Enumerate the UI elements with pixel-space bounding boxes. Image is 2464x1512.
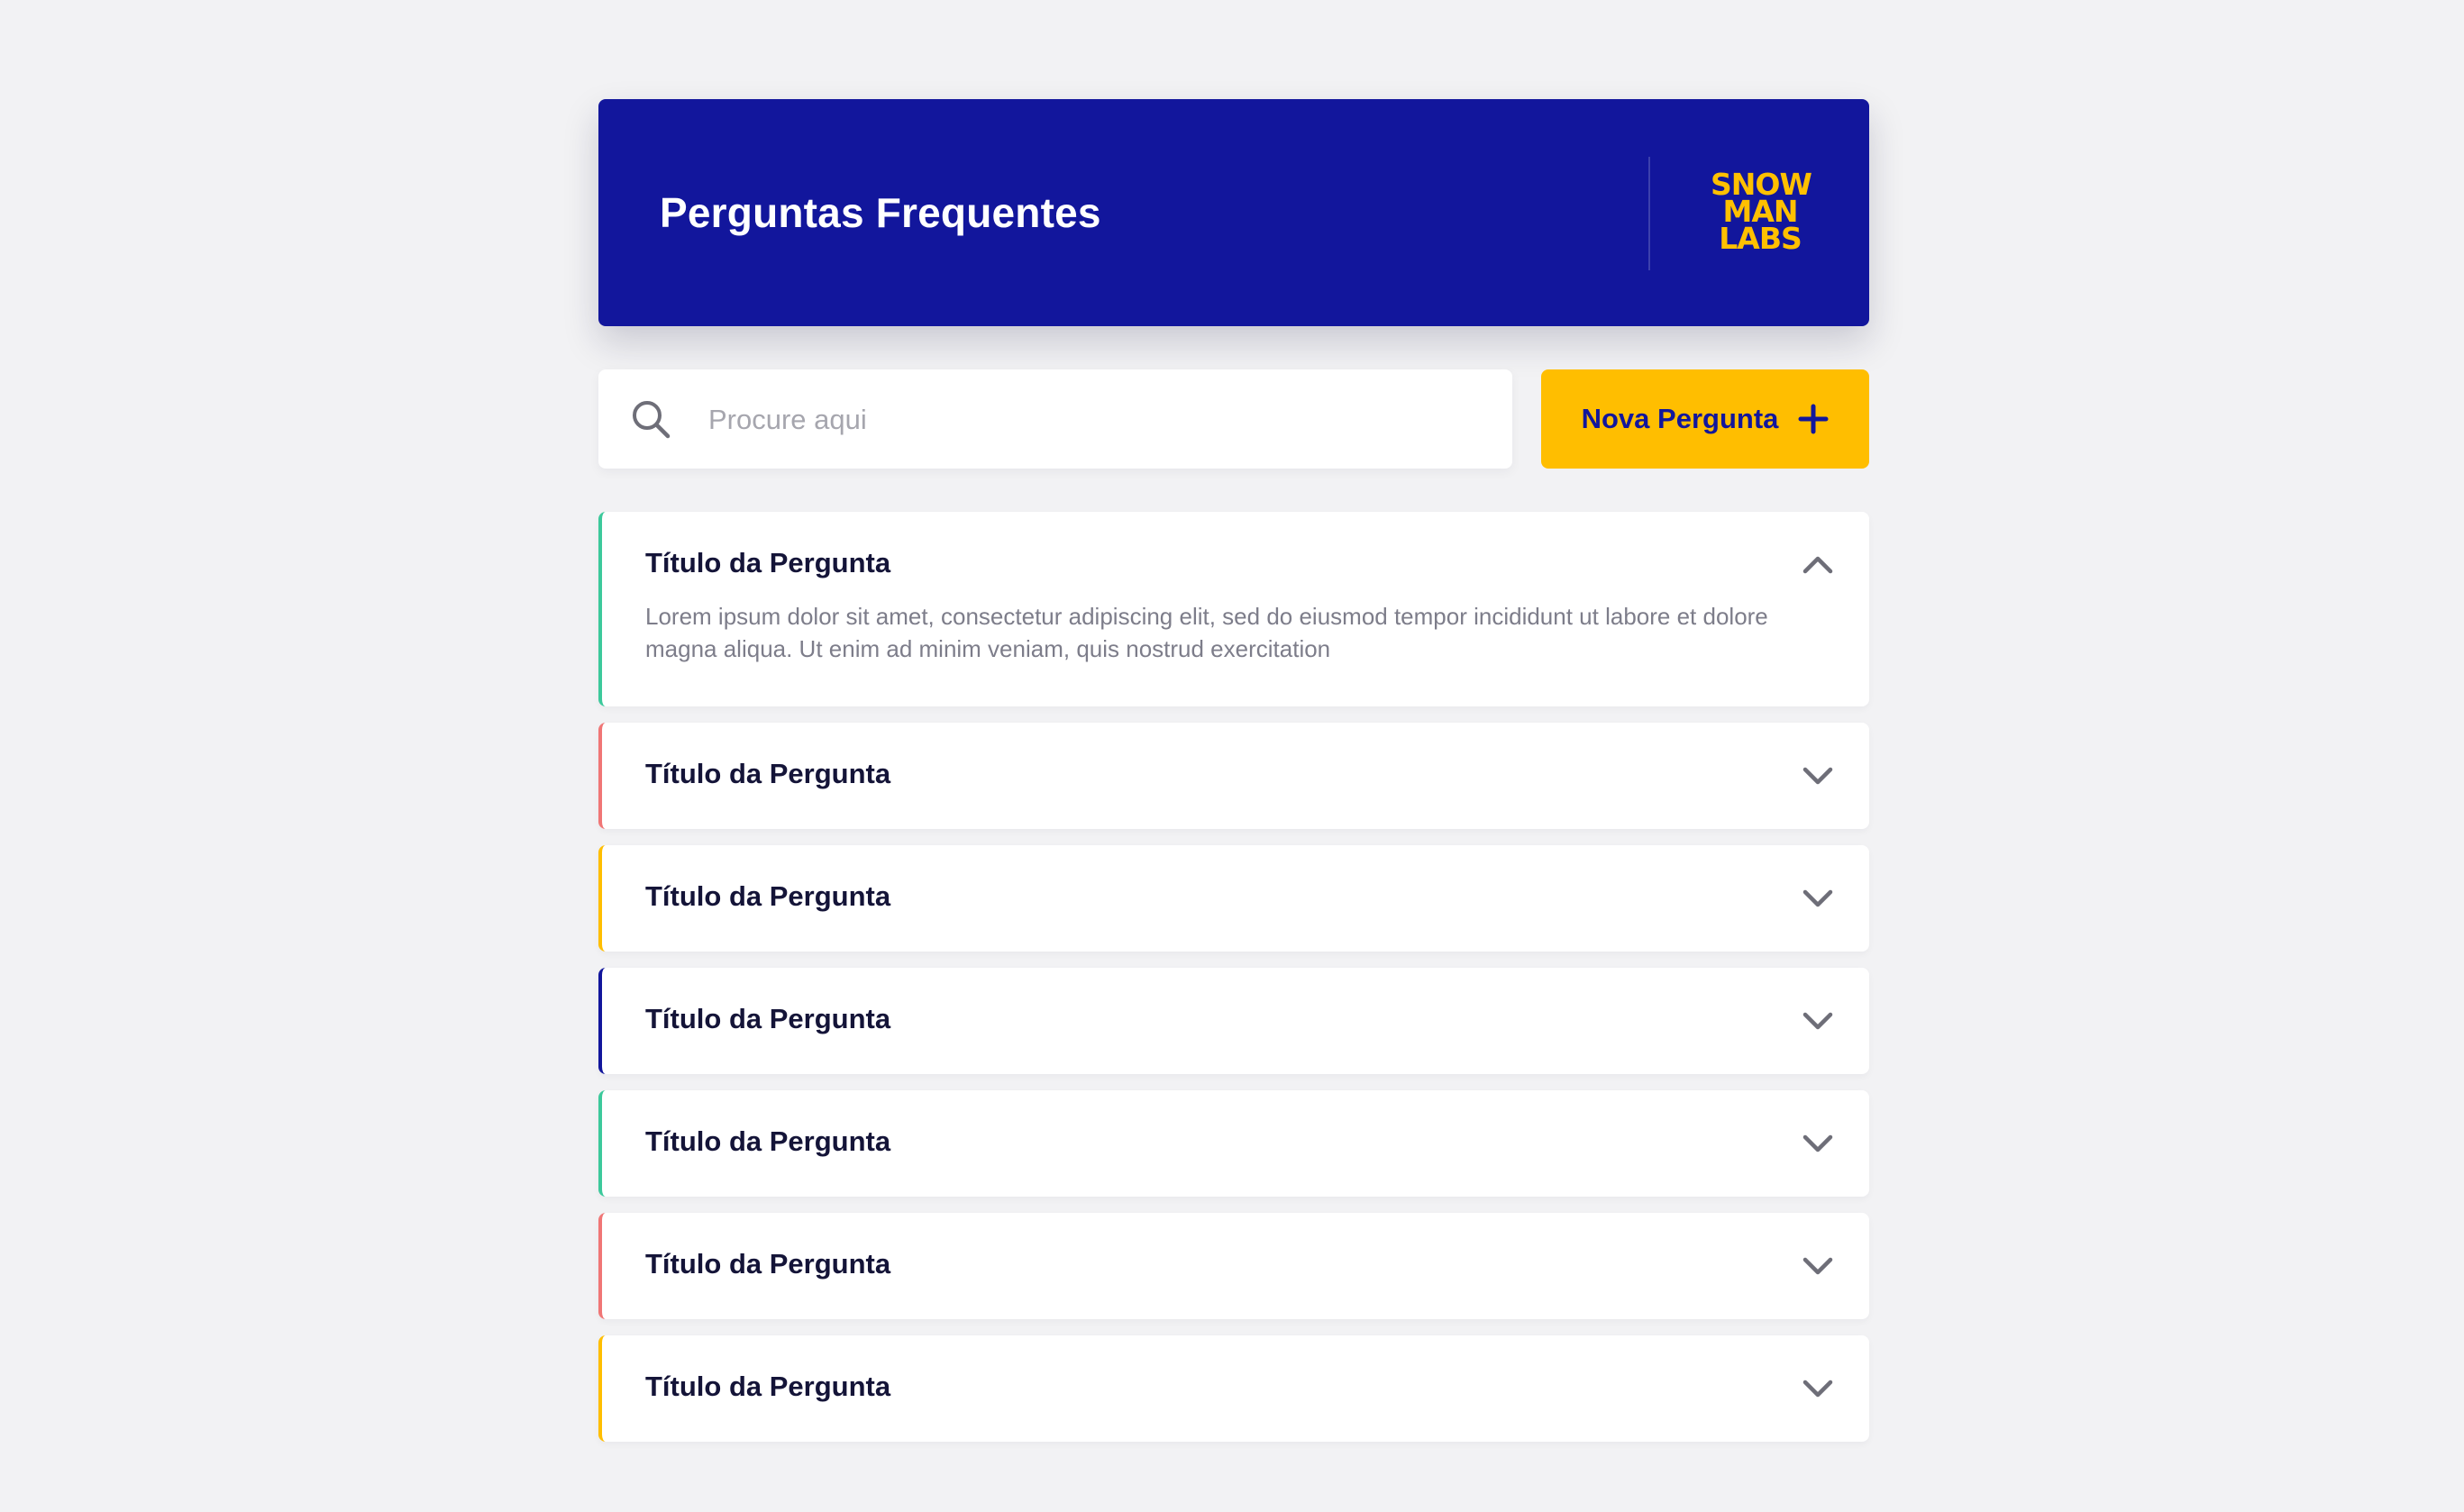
header-divider — [1648, 157, 1650, 270]
faq-item-title: Título da Pergunta — [645, 880, 891, 912]
plus-icon — [1798, 404, 1829, 434]
faq-item[interactable]: Título da Pergunta — [598, 723, 1869, 829]
faq-item-answer: Lorem ipsum dolor sit amet, consectetur … — [645, 603, 1768, 662]
faq-item[interactable]: Título da Pergunta — [598, 1213, 1869, 1319]
page-title: Perguntas Frequentes — [660, 189, 1101, 236]
chevron-down-icon[interactable] — [1801, 1004, 1835, 1038]
snowman-labs-logo: SNOW MAN LABS — [1711, 169, 1812, 256]
faq-item[interactable]: Título da Pergunta — [598, 845, 1869, 952]
faq-item-title: Título da Pergunta — [645, 1003, 891, 1034]
new-question-button[interactable]: Nova Pergunta — [1541, 369, 1869, 469]
faq-item[interactable]: Título da Pergunta Lorem ipsum dolor sit… — [598, 512, 1869, 706]
chevron-down-icon[interactable] — [1801, 1371, 1835, 1406]
search-input[interactable] — [707, 369, 1485, 470]
faq-page: Perguntas Frequentes SNOW MAN LABS Nova … — [598, 99, 1869, 1458]
chevron-down-icon[interactable] — [1801, 881, 1835, 915]
chevron-down-icon[interactable] — [1801, 1126, 1835, 1161]
new-question-button-label: Nova Pergunta — [1581, 403, 1779, 434]
faq-item-title: Título da Pergunta — [645, 1371, 891, 1402]
faq-item-title: Título da Pergunta — [645, 758, 891, 789]
faq-list: Título da Pergunta Lorem ipsum dolor sit… — [598, 512, 1869, 1442]
search-box[interactable] — [598, 369, 1512, 470]
faq-item[interactable]: Título da Pergunta — [598, 1335, 1869, 1442]
faq-item[interactable]: Título da Pergunta — [598, 1090, 1869, 1197]
page-header: Perguntas Frequentes SNOW MAN LABS — [598, 99, 1869, 326]
search-icon — [633, 401, 671, 439]
chevron-down-icon[interactable] — [1801, 759, 1835, 793]
faq-item-title: Título da Pergunta — [645, 547, 891, 578]
chevron-down-icon[interactable] — [1801, 1249, 1835, 1283]
faq-item-title: Título da Pergunta — [645, 1125, 891, 1157]
faq-item[interactable]: Título da Pergunta — [598, 968, 1869, 1074]
faq-item-title: Título da Pergunta — [645, 1248, 891, 1280]
logo-line: LABS — [1719, 221, 1802, 256]
chevron-up-icon[interactable] — [1801, 548, 1835, 582]
toolbar: Nova Pergunta — [598, 369, 1869, 470]
